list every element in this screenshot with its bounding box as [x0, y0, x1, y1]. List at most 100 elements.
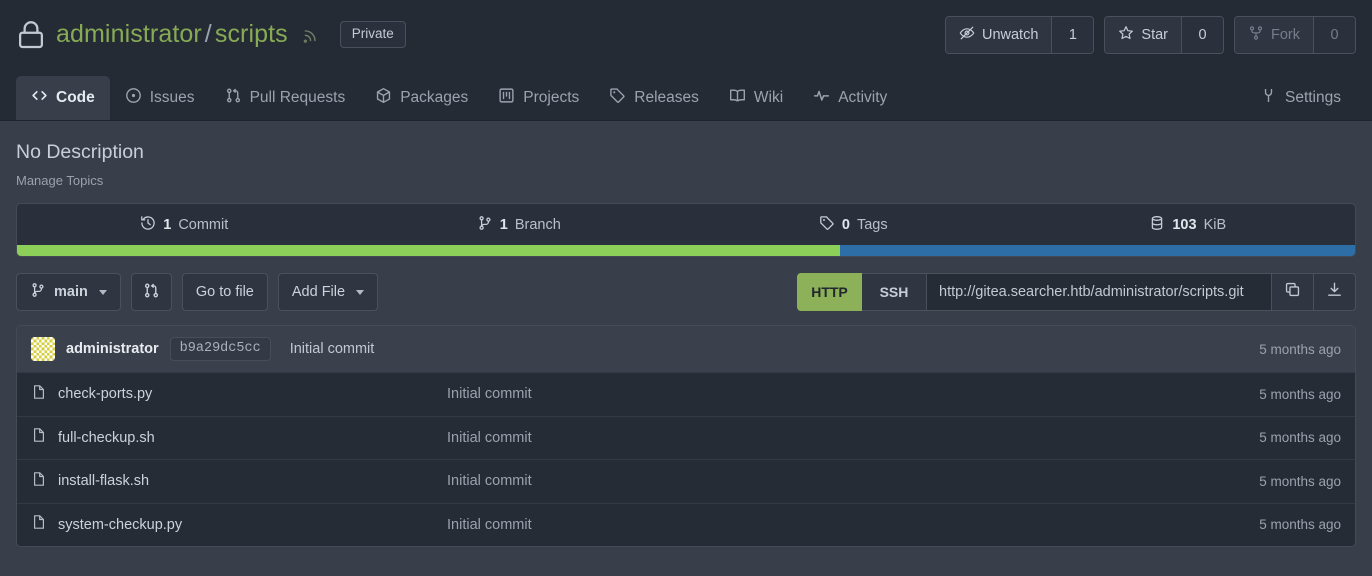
commit-author[interactable]: administrator [66, 341, 159, 357]
pull-request-button[interactable] [130, 273, 172, 311]
nav-tabs-right: Settings [1245, 76, 1356, 120]
branch-selector[interactable]: main [16, 273, 121, 311]
commit-message[interactable]: Initial commit [290, 341, 375, 357]
language-segment-blue [839, 245, 1355, 256]
repository-description: No Description [16, 141, 144, 163]
tools-icon [1260, 87, 1277, 109]
tab-issues-label: Issues [149, 89, 195, 106]
stat-size-value: 103 [1172, 216, 1197, 233]
file-name[interactable]: system-checkup.py [58, 517, 182, 533]
stat-branches-value: 1 [499, 216, 508, 233]
fork-button[interactable]: Fork [1235, 16, 1313, 53]
lock-icon [16, 18, 46, 52]
stat-tags-value: 0 [841, 216, 850, 233]
tab-packages[interactable]: Packages [360, 76, 483, 120]
rss-icon[interactable] [302, 26, 320, 44]
add-file-button[interactable]: Add File [277, 273, 379, 311]
tab-settings[interactable]: Settings [1245, 76, 1356, 120]
file-name-cell: install-flask.sh [31, 470, 447, 493]
file-commit-message[interactable]: Initial commit [447, 386, 1259, 402]
file-name[interactable]: install-flask.sh [58, 473, 149, 489]
stat-commits[interactable]: 1 Commit [17, 204, 352, 245]
nav-tabs-left: Code Issues Pull Requests Packages Proje… [16, 76, 902, 120]
git-branch-icon [30, 282, 46, 302]
repository-nav-tabs: Code Issues Pull Requests Packages Proje… [0, 69, 1372, 121]
eye-slash-icon [959, 25, 975, 45]
star-button[interactable]: Star [1105, 16, 1181, 53]
issue-opened-icon [125, 87, 142, 109]
private-badge: Private [339, 21, 406, 48]
table-row[interactable]: check-ports.py Initial commit 5 months a… [17, 372, 1355, 416]
stat-branches[interactable]: 1 Branch [352, 204, 687, 245]
clone-protocol-ssh[interactable]: SSH [862, 273, 927, 311]
tab-activity[interactable]: Activity [798, 76, 902, 120]
tab-pull-requests-label: Pull Requests [249, 89, 346, 106]
table-row[interactable]: system-checkup.py Initial commit 5 month… [17, 502, 1355, 546]
add-file-label: Add File [291, 284, 346, 300]
branch-name: main [54, 284, 88, 300]
unwatch-button-group[interactable]: Unwatch 1 [944, 15, 1095, 54]
book-icon [729, 87, 746, 109]
tab-wiki[interactable]: Wiki [714, 76, 798, 120]
copy-icon [1284, 281, 1301, 303]
copy-url-button[interactable] [1272, 273, 1314, 311]
repository-header: administrator / scripts Private Unwatch … [0, 0, 1372, 69]
repository-body: No Description Manage Topics 1 Commit 1 … [0, 121, 1372, 547]
unwatch-label: Unwatch [981, 26, 1039, 43]
commit-sha[interactable]: b9a29dc5cc [169, 337, 271, 361]
history-icon [140, 215, 156, 235]
chevron-down-icon [98, 289, 107, 295]
unwatch-button[interactable]: Unwatch [945, 16, 1052, 53]
clone-url-input[interactable]: http://gitea.searcher.htb/administrator/… [927, 273, 1272, 311]
go-to-file-label: Go to file [195, 284, 254, 300]
star-icon [1118, 25, 1134, 45]
clone-protocol-http[interactable]: HTTP [797, 273, 862, 311]
star-button-group[interactable]: Star 0 [1104, 15, 1224, 54]
chevron-down-icon [356, 289, 365, 295]
watch-count[interactable]: 1 [1051, 16, 1094, 53]
fork-icon [1248, 25, 1264, 45]
gitea-repository-page: administrator / scripts Private Unwatch … [0, 0, 1372, 576]
package-icon [375, 87, 392, 109]
stat-size-label: KiB [1203, 216, 1227, 233]
star-count[interactable]: 0 [1181, 16, 1223, 53]
tab-code[interactable]: Code [16, 76, 110, 120]
file-age: 5 months ago [1259, 386, 1341, 402]
manage-topics-link[interactable]: Manage Topics [16, 173, 1356, 188]
tab-settings-label: Settings [1284, 89, 1341, 106]
file-name[interactable]: check-ports.py [58, 386, 152, 402]
repository-toolbar: main Go to file Add File HTTP SSH http:/… [16, 273, 1356, 311]
tab-pull-requests[interactable]: Pull Requests [210, 76, 361, 120]
file-name-cell: full-checkup.sh [31, 426, 447, 449]
stat-branches-label: Branch [514, 216, 561, 233]
tab-issues[interactable]: Issues [110, 76, 210, 120]
download-button[interactable] [1314, 273, 1356, 311]
database-icon [1149, 215, 1165, 235]
file-commit-message[interactable]: Initial commit [447, 517, 1259, 533]
git-pull-request-icon [225, 87, 242, 109]
file-commit-message[interactable]: Initial commit [447, 473, 1259, 489]
fork-label: Fork [1271, 26, 1300, 43]
file-icon [31, 383, 47, 406]
stat-commits-label: Commit [178, 216, 229, 233]
file-commit-message[interactable]: Initial commit [447, 430, 1259, 446]
fork-count[interactable]: 0 [1313, 16, 1355, 53]
stat-tags[interactable]: 0 Tags [686, 204, 1021, 245]
table-row[interactable]: install-flask.sh Initial commit 5 months… [17, 459, 1355, 503]
go-to-file-button[interactable]: Go to file [181, 273, 268, 311]
tab-releases[interactable]: Releases [594, 76, 714, 120]
star-label: Star [1141, 26, 1168, 43]
code-icon [31, 87, 48, 109]
fork-button-group[interactable]: Fork 0 [1234, 15, 1356, 54]
latest-commit-row: administrator b9a29dc5cc Initial commit … [17, 326, 1355, 372]
avatar [31, 337, 55, 361]
owner-link[interactable]: administrator [56, 20, 202, 48]
repository-stats-card: 1 Commit 1 Branch 0 Tags 103 KiB [16, 203, 1356, 257]
file-name[interactable]: full-checkup.sh [58, 430, 155, 446]
repo-link[interactable]: scripts [215, 20, 288, 48]
stat-tags-label: Tags [856, 216, 888, 233]
repository-title: administrator / scripts Private [16, 18, 945, 52]
tab-projects[interactable]: Projects [483, 76, 594, 120]
table-row[interactable]: full-checkup.sh Initial commit 5 months … [17, 415, 1355, 459]
tag-icon [609, 87, 626, 109]
